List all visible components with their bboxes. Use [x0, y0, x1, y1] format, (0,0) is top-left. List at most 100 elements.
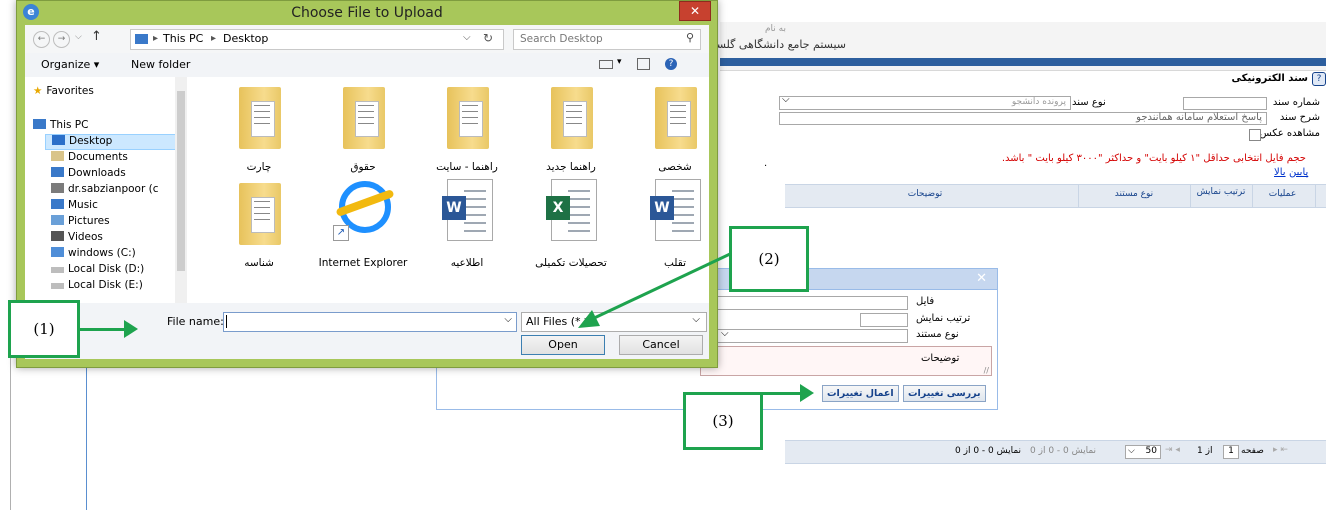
file-item[interactable]: W اطلاعیه	[417, 177, 517, 273]
pager-display-label: نمایش 0 - 0 از 0	[1030, 446, 1097, 456]
app-title: سیستم جامع دانشگاهی گلستان	[701, 38, 846, 51]
nav-item-documents[interactable]: Documents	[51, 151, 128, 165]
folder-icon	[447, 87, 489, 149]
arrow-head-icon	[800, 384, 814, 402]
desktop-icon	[52, 135, 65, 145]
callout-3-arrow	[760, 392, 804, 395]
address-dropdown-icon[interactable]: ⌵	[463, 32, 471, 43]
nav-item-drive-d[interactable]: Local Disk (D:)	[51, 263, 144, 277]
excel-file-icon: X	[546, 179, 597, 241]
refresh-icon[interactable]: ↻	[483, 31, 493, 45]
doc-type-select[interactable]: ⌵ پرونده دانشجو	[779, 94, 1071, 110]
callout-2-arrow	[578, 252, 731, 328]
collapse-icon[interactable]: ?	[1312, 72, 1326, 86]
header-caption: به نام	[764, 24, 786, 34]
pc-icon	[135, 34, 148, 44]
nav-item-downloads[interactable]: Downloads	[51, 167, 126, 181]
doc-type-label: نوع سند	[1072, 97, 1106, 108]
nav-item-label: windows (C:)	[68, 247, 136, 259]
nav-this-pc[interactable]: This PC	[33, 119, 88, 133]
pc-icon	[33, 119, 46, 129]
nav-item-music[interactable]: Music	[51, 199, 98, 213]
nav-item-network-share[interactable]: dr.sabzianpoor (c	[51, 183, 158, 197]
file-item[interactable]: راهنما جدید	[521, 81, 621, 177]
folder-icon	[551, 87, 593, 149]
section-title: سند الکترونیکی	[1231, 73, 1308, 84]
file-item[interactable]: ↗ Internet Explorer	[313, 177, 413, 273]
nav-favorites[interactable]: ★ Favorites	[33, 85, 94, 99]
attach-file-label: فایل	[916, 296, 935, 307]
close-icon[interactable]: ✕	[679, 1, 711, 21]
search-icon: ⚲	[685, 31, 694, 44]
nav-item-label: Downloads	[68, 167, 126, 179]
nav-item-drive-e[interactable]: Local Disk (E:)	[51, 279, 143, 293]
disk-drive-icon	[51, 267, 64, 273]
nav-item-label: Local Disk (E:)	[68, 279, 143, 291]
search-input[interactable]: Search Desktop ⚲	[513, 29, 701, 50]
new-folder-button[interactable]: New folder	[131, 58, 190, 71]
file-item[interactable]: شناسه	[209, 177, 309, 273]
apply-changes-button[interactable]: اعمال تغییرات	[822, 385, 899, 402]
move-up-link[interactable]: بالا	[1274, 167, 1286, 178]
page-size-select[interactable]: ⌵ 50	[1125, 445, 1161, 459]
search-placeholder: Search Desktop	[520, 33, 603, 45]
first-page-icon[interactable]: ▸ ⇤	[1273, 445, 1288, 455]
breadcrumb-desktop[interactable]: Desktop	[223, 32, 268, 45]
last-page-icon[interactable]: ⇥ ◂	[1165, 445, 1180, 455]
view-chevron-icon[interactable]: ▾	[617, 57, 622, 67]
file-item[interactable]: شخصی	[625, 81, 725, 177]
organize-menu[interactable]: Organize ▾	[41, 58, 99, 71]
disk-drive-icon	[51, 283, 64, 289]
back-arrow-icon[interactable]: ←	[33, 31, 50, 48]
attach-desc-textarea[interactable]: توضیحات //	[700, 346, 992, 376]
callout-1-arrow	[80, 328, 128, 331]
attach-order-input[interactable]	[860, 313, 908, 327]
dialog-title: Choose File to Upload	[291, 5, 443, 21]
nav-item-desktop[interactable]: Desktop	[45, 134, 179, 150]
callout-1: (1)	[8, 300, 80, 358]
file-item-label: چارت	[246, 161, 272, 173]
preview-pane-icon[interactable]	[637, 58, 650, 70]
doc-desc-input[interactable]: پاسخ استعلام سامانه همانندجو	[779, 112, 1267, 125]
forward-arrow-icon[interactable]: →	[53, 31, 70, 48]
file-item-label: شناسه	[244, 257, 274, 269]
doc-number-input[interactable]	[1183, 97, 1267, 110]
review-changes-button[interactable]: بررسی تغییرات	[903, 385, 986, 402]
windows-drive-icon	[51, 247, 64, 257]
view-photo-checkbox[interactable]	[1249, 129, 1261, 141]
resize-handle-icon[interactable]: //	[984, 366, 989, 375]
page-size-value: 50	[1145, 446, 1157, 456]
up-arrow-icon[interactable]: ↑	[91, 29, 102, 44]
grid-col-order: ترتیب نمایش	[1196, 187, 1246, 197]
file-name-input[interactable]: ⌵	[223, 312, 517, 332]
address-bar[interactable]: ▸ This PC ▸ Desktop ⌵ ↻	[130, 29, 504, 50]
nav-item-videos[interactable]: Videos	[51, 231, 103, 245]
view-options-icon[interactable]	[599, 60, 613, 69]
breadcrumb-this-pc[interactable]: This PC	[163, 32, 203, 45]
folder-icon	[655, 87, 697, 149]
recent-chevron-icon[interactable]: ⌵	[75, 32, 82, 42]
nav-item-label: Documents	[68, 151, 128, 163]
file-name-label: File name:	[167, 315, 224, 328]
file-item[interactable]: راهنما - سایت	[417, 81, 517, 177]
pager-display: نمایش 0 - 0 از 0	[955, 446, 1022, 456]
nav-item-pictures[interactable]: Pictures	[51, 215, 110, 229]
file-item[interactable]: حقوق	[313, 81, 413, 177]
folder-icon	[239, 87, 281, 149]
nav-item-drive-c[interactable]: windows (C:)	[51, 247, 136, 261]
move-down-link[interactable]: پایین	[1289, 167, 1308, 178]
file-item[interactable]: چارت	[209, 81, 309, 177]
navigation-pane: ★ Favorites This PC Desktop Documents Dow…	[25, 77, 190, 303]
nav-favorites-label: Favorites	[46, 85, 94, 97]
arrow-head-icon	[124, 320, 138, 338]
page-number-input[interactable]: 1	[1223, 445, 1239, 459]
help-icon[interactable]: ?	[665, 58, 677, 70]
close-icon[interactable]: ✕	[976, 271, 987, 286]
breadcrumb-sep-icon: ▸	[211, 33, 217, 44]
file-size-note: حجم فایل انتخابی حداقل "۱ کیلو بایت" و ح…	[1001, 153, 1306, 164]
nav-scrollbar-thumb[interactable]	[177, 91, 185, 271]
grid-pager: نمایش 0 - 0 از 0 نمایش 0 - 0 از 0 ⌵ 50 ⇥…	[785, 440, 1326, 464]
chevron-down-icon[interactable]: ⌵	[504, 314, 512, 325]
dialog-toolbar: Organize ▾ New folder ▾ ?	[25, 53, 709, 78]
word-file-icon: W	[442, 179, 493, 241]
